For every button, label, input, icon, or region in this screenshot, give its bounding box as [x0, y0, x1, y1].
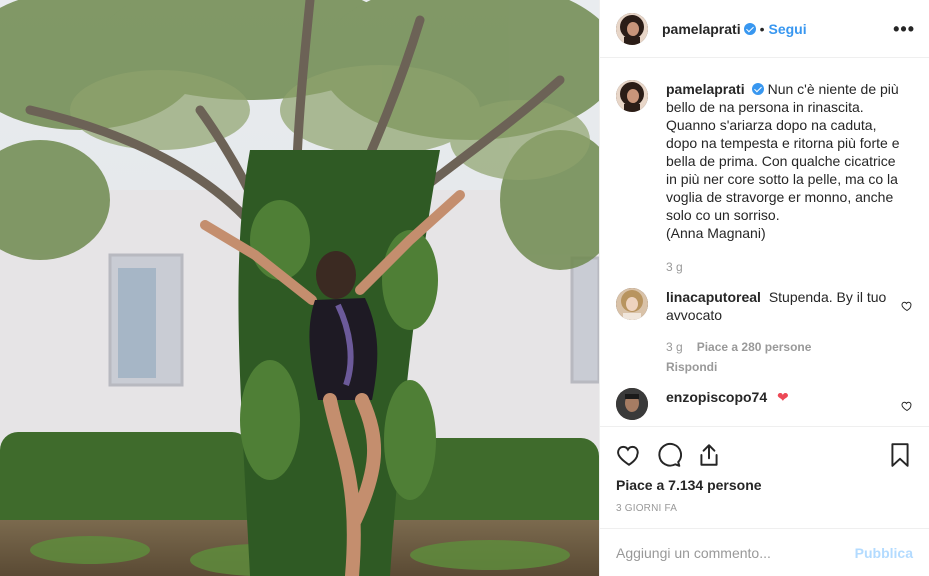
- caption-author-avatar[interactable]: [616, 80, 648, 112]
- comment-likes[interactable]: Piace a 280 persone: [697, 340, 812, 354]
- comment-text: linacaputoreal Stupenda. By il tuo avvoc…: [666, 288, 908, 324]
- heart-icon[interactable]: [616, 442, 642, 468]
- avatar-image: [616, 12, 648, 45]
- author-avatar[interactable]: [616, 12, 648, 45]
- commenter-avatar[interactable]: [616, 288, 648, 320]
- likes-count[interactable]: Piace a 7.134 persone: [616, 477, 913, 493]
- comments-section[interactable]: pamelaprati Nun c'è niente de più bello d…: [600, 58, 929, 426]
- comment-text: enzopiscopo74 ❤: [666, 388, 908, 406]
- caption-line: bello de na persona in rinascita.: [666, 99, 864, 115]
- avatar-image: [616, 80, 648, 112]
- caption-username[interactable]: pamelaprati: [666, 81, 745, 97]
- follow-button[interactable]: Segui: [769, 21, 807, 37]
- caption-time[interactable]: 3 g: [666, 260, 683, 274]
- more-options-icon[interactable]: •••: [893, 20, 915, 38]
- verified-badge-icon: [743, 22, 756, 35]
- comment-meta: 3 g Piace a 280 persone: [666, 340, 908, 354]
- comment-item: linacaputoreal Stupenda. By il tuo avvoc…: [616, 288, 913, 374]
- comment-time[interactable]: 3 g: [666, 340, 683, 354]
- caption-line: dopo na tempesta e ritorna più forte e: [666, 135, 900, 151]
- comment-item: enzopiscopo74 ❤: [616, 388, 913, 420]
- caption-line: bella de prima. Con qualche cicatrice: [666, 153, 896, 169]
- publish-button[interactable]: Pubblica: [855, 545, 913, 561]
- add-comment-bar: Pubblica: [600, 528, 929, 576]
- verified-badge-icon: [751, 83, 764, 95]
- post-actions: Piace a 7.134 persone 3 GIORNI FA: [600, 426, 929, 514]
- post-photo-illustration: [0, 0, 599, 576]
- avatar-image: [616, 288, 648, 320]
- post-photo[interactable]: [0, 0, 599, 576]
- caption-text: pamelaprati Nun c'è niente de più bello d…: [666, 80, 908, 242]
- comment-username[interactable]: enzopiscopo74: [666, 389, 767, 405]
- share-icon[interactable]: [696, 442, 722, 468]
- caption-meta: 3 g: [666, 260, 908, 274]
- comment-like-heart-icon[interactable]: [901, 300, 913, 312]
- caption-line: Quanno s'ariarza dopo na caduta,: [666, 117, 877, 133]
- caption-line: Nun c'è niente de più: [767, 81, 899, 97]
- caption: pamelaprati Nun c'è niente de più bello d…: [616, 80, 913, 274]
- red-heart-emoji: ❤: [777, 389, 789, 405]
- caption-line: in più ner core sotto la pelle, ma co la: [666, 171, 898, 187]
- caption-line: (Anna Magnani): [666, 225, 766, 241]
- header-user-row: pamelaprati • Segui: [662, 21, 807, 37]
- post-details-panel: pamelaprati • Segui ••• pamelaprati Nun …: [599, 0, 929, 576]
- author-username[interactable]: pamelaprati: [662, 21, 741, 37]
- caption-line: solo co un sorriso.: [666, 207, 780, 223]
- action-icons-row: [616, 435, 913, 475]
- reply-button[interactable]: Rispondi: [666, 360, 908, 374]
- separator-dot: •: [759, 20, 765, 37]
- caption-line: voglia de stravorge er monno, anche: [666, 189, 894, 205]
- comment-username[interactable]: linacaputoreal: [666, 289, 761, 305]
- post-date: 3 GIORNI FA: [616, 503, 678, 514]
- bookmark-icon[interactable]: [887, 442, 913, 468]
- avatar-image: [616, 388, 648, 420]
- instagram-post: pamelaprati • Segui ••• pamelaprati Nun …: [0, 0, 929, 576]
- comment-input[interactable]: [616, 544, 855, 561]
- post-header: pamelaprati • Segui •••: [600, 0, 929, 58]
- comment-like-heart-icon[interactable]: [901, 400, 913, 412]
- commenter-avatar[interactable]: [616, 388, 648, 420]
- comment-bubble-icon[interactable]: [656, 442, 682, 468]
